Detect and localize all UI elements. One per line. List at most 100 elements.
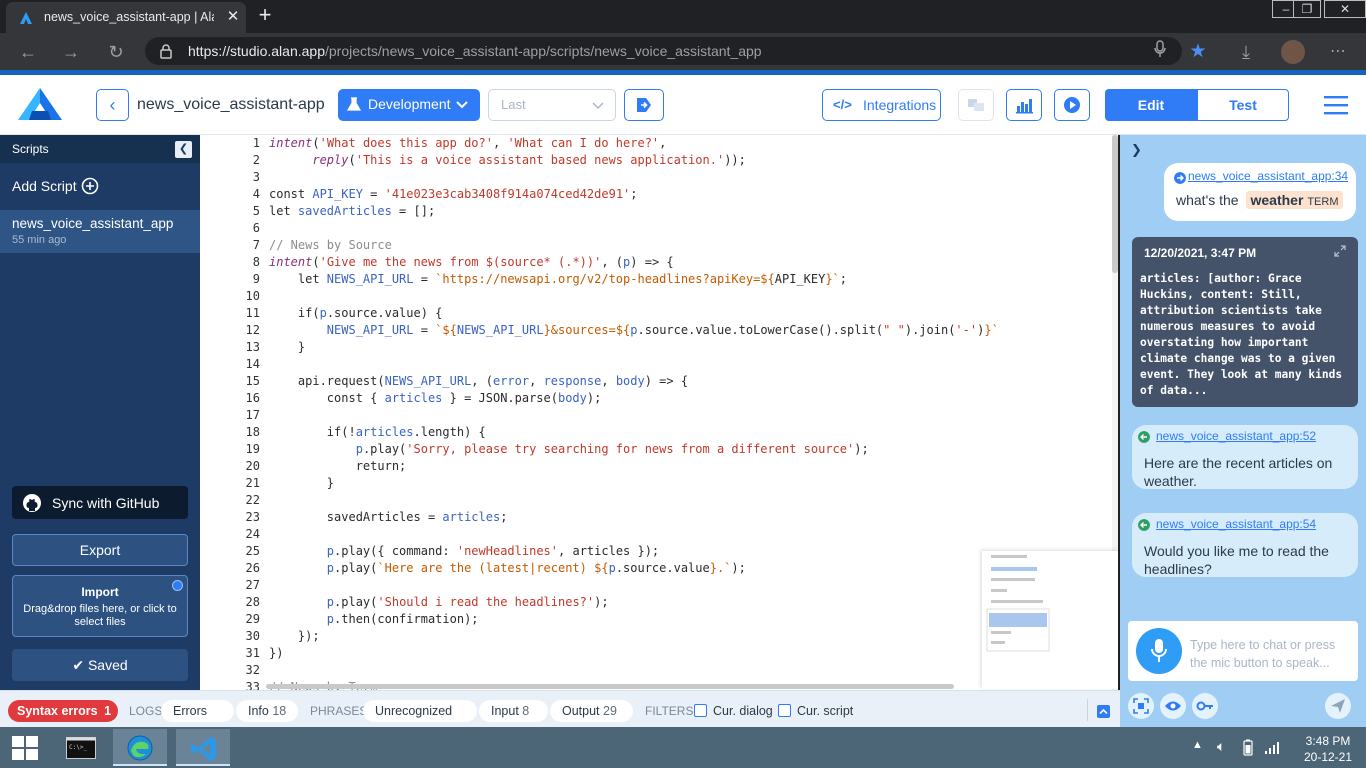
code-line[interactable]: 21 } — [200, 475, 1112, 492]
cur-dialog-checkbox[interactable] — [694, 704, 707, 717]
syntax-errors-badge[interactable]: Syntax errors 1 — [8, 700, 118, 722]
chat-input-box[interactable]: Type here to chat or press the mic butto… — [1128, 621, 1358, 681]
output-filter[interactable]: Output 29 — [550, 700, 633, 722]
taskbar-terminal[interactable]: C:\>_ — [56, 729, 110, 766]
publish-button[interactable] — [624, 89, 664, 121]
editor-minimap[interactable] — [982, 551, 1118, 689]
tab-edit[interactable]: Edit — [1105, 89, 1197, 121]
back-arrow-icon[interactable]: ← — [15, 39, 41, 65]
battery-icon[interactable] — [1243, 739, 1253, 756]
info-filter[interactable]: Info 18 — [236, 700, 298, 722]
editor-scroll-thumb[interactable] — [1112, 135, 1118, 273]
expand-log-icon[interactable] — [1097, 705, 1110, 718]
code-line[interactable]: 18 if(!articles.length) { — [200, 424, 1112, 441]
code-line[interactable]: 23 savedArticles = articles; — [200, 509, 1112, 526]
visual-state-button[interactable] — [1160, 693, 1186, 719]
analytics-button[interactable] — [1006, 89, 1042, 121]
version-select[interactable]: Last — [488, 89, 616, 121]
download-icon[interactable]: ⤓ — [1235, 41, 1257, 63]
code-line[interactable]: 14 — [200, 356, 1112, 373]
code-line[interactable]: 28 p.play('Should i read the headlines?'… — [200, 594, 1112, 611]
microphone-icon[interactable] — [1149, 40, 1171, 62]
collapse-sidebar-icon[interactable]: ❮ — [175, 141, 192, 158]
code-editor[interactable]: 1 intent('What does this app do?', 'What … — [200, 135, 1118, 690]
code-line[interactable]: 22 — [200, 492, 1112, 509]
code-line[interactable]: 32 — [200, 662, 1112, 679]
code-line[interactable]: 1 intent('What does this app do?', 'What … — [200, 135, 1112, 152]
show-hidden-icons-icon[interactable]: ▲ — [1192, 739, 1203, 751]
code-line[interactable]: 7 // News by Source — [200, 237, 1112, 254]
input-filter[interactable]: Input 8 — [479, 700, 548, 722]
code-line[interactable]: 15 api.request(NEWS_API_URL, (error, res… — [200, 373, 1112, 390]
close-window-icon[interactable]: ✕ — [1324, 0, 1366, 18]
key-button[interactable] — [1192, 693, 1218, 719]
code-line[interactable]: 12 NEWS_API_URL = `${NEWS_API_URL}&sourc… — [200, 322, 1112, 339]
network-signal-icon[interactable] — [1264, 741, 1280, 755]
browser-tab[interactable]: news_voice_assistant-app | Alan Studio ✕ — [6, 2, 246, 33]
add-script-button[interactable]: Add Script — [12, 178, 77, 194]
cur-script-checkbox[interactable] — [778, 704, 791, 717]
lock-icon — [160, 44, 172, 59]
code-line[interactable]: 16 const { articles } = JSON.parse(body)… — [200, 390, 1112, 407]
code-line[interactable]: 5 let savedArticles = []; — [200, 203, 1112, 220]
code-line[interactable]: 13 } — [200, 339, 1112, 356]
code-line[interactable]: 10 — [200, 288, 1112, 305]
collapse-chat-icon[interactable]: ❯ — [1128, 141, 1145, 158]
forward-arrow-icon[interactable]: → — [58, 39, 84, 65]
windows-start-icon[interactable] — [12, 736, 38, 760]
hamburger-menu-icon[interactable] — [1323, 94, 1349, 116]
export-button[interactable]: Export — [12, 534, 188, 566]
bot-message-source-link[interactable]: news_voice_assistant_app:54 — [1156, 517, 1316, 531]
user-message-source-link[interactable]: news_voice_assistant_app:34 — [1188, 169, 1348, 183]
code-line[interactable]: 11 if(p.source.value) { — [200, 305, 1112, 322]
volume-icon[interactable]: 🔈︎ — [1217, 738, 1225, 755]
profile-avatar[interactable] — [1281, 40, 1305, 64]
script-list-item[interactable]: news_voice_assistant_app 55 min ago — [0, 210, 200, 253]
send-button[interactable] — [1325, 693, 1351, 719]
code-line[interactable]: 19 p.play('Sorry, please try searching f… — [200, 441, 1112, 458]
sync-github-button[interactable]: Sync with GitHub — [12, 486, 188, 519]
favorite-star-icon[interactable]: ★ — [1187, 41, 1209, 63]
code-line[interactable]: 24 — [200, 526, 1112, 543]
add-circle-icon[interactable] — [81, 177, 99, 195]
more-options-icon[interactable]: ⋯ — [1327, 41, 1349, 63]
unrecognized-filter[interactable]: Unrecognized — [363, 700, 477, 722]
saved-button[interactable]: ✔ Saved — [12, 649, 188, 681]
code-line[interactable]: 30 }); — [200, 628, 1112, 645]
code-line[interactable]: 26 p.play(`Here are the (latest|recent) … — [200, 560, 1112, 577]
new-tab-icon[interactable]: + — [254, 4, 276, 26]
maximize-window-icon[interactable]: ❐ — [1293, 0, 1321, 18]
close-tab-icon[interactable]: ✕ — [224, 8, 242, 26]
reload-icon[interactable]: ↻ — [103, 39, 129, 65]
play-button[interactable] — [1054, 89, 1090, 121]
code-line[interactable]: 4 const API_KEY = '41e023e3cab3408f914a07… — [200, 186, 1112, 203]
code-line[interactable]: 27 — [200, 577, 1112, 594]
taskbar-edge[interactable] — [113, 729, 167, 766]
environment-dropdown[interactable]: Development — [338, 89, 480, 121]
integrations-button[interactable]: </> Integrations — [822, 89, 941, 121]
code-line[interactable]: 3 — [200, 169, 1112, 186]
editor-horizontal-scroll-thumb[interactable] — [266, 684, 954, 689]
code-line[interactable]: 9 let NEWS_API_URL = `https://newsapi.or… — [200, 271, 1112, 288]
translate-button[interactable] — [958, 89, 994, 121]
taskbar-clock[interactable]: 3:48 PM 20-12-21 — [1298, 733, 1358, 765]
code-line[interactable]: 2 reply('This is a voice assistant based… — [200, 152, 1112, 169]
code-line[interactable]: 31}) — [200, 645, 1112, 662]
bot-message-source-link[interactable]: news_voice_assistant_app:52 — [1156, 429, 1316, 443]
code-line[interactable]: 6 — [200, 220, 1112, 237]
mic-button[interactable] — [1136, 628, 1182, 674]
taskbar-vscode[interactable] — [176, 729, 230, 766]
back-to-projects-button[interactable]: ‹ — [96, 89, 129, 121]
expand-icon[interactable] — [1334, 245, 1346, 257]
errors-filter[interactable]: Errors — [161, 700, 234, 722]
import-dropzone[interactable]: Import Drag&drop files here, or click to… — [12, 575, 188, 637]
code-line[interactable]: 17 — [200, 407, 1112, 424]
scan-button[interactable] — [1128, 693, 1154, 719]
alan-logo-icon[interactable] — [17, 87, 63, 121]
tab-test[interactable]: Test — [1197, 89, 1289, 121]
code-line[interactable]: 25 p.play({ command: 'newHeadlines', art… — [200, 543, 1112, 560]
code-line[interactable]: 20 return; — [200, 458, 1112, 475]
code-line[interactable]: 29 p.then(confirmation); — [200, 611, 1112, 628]
code-line[interactable]: 8 intent('Give me the news from $(source*… — [200, 254, 1112, 271]
address-bar[interactable]: https://studio.alan.app/projects/news_vo… — [145, 37, 1182, 65]
